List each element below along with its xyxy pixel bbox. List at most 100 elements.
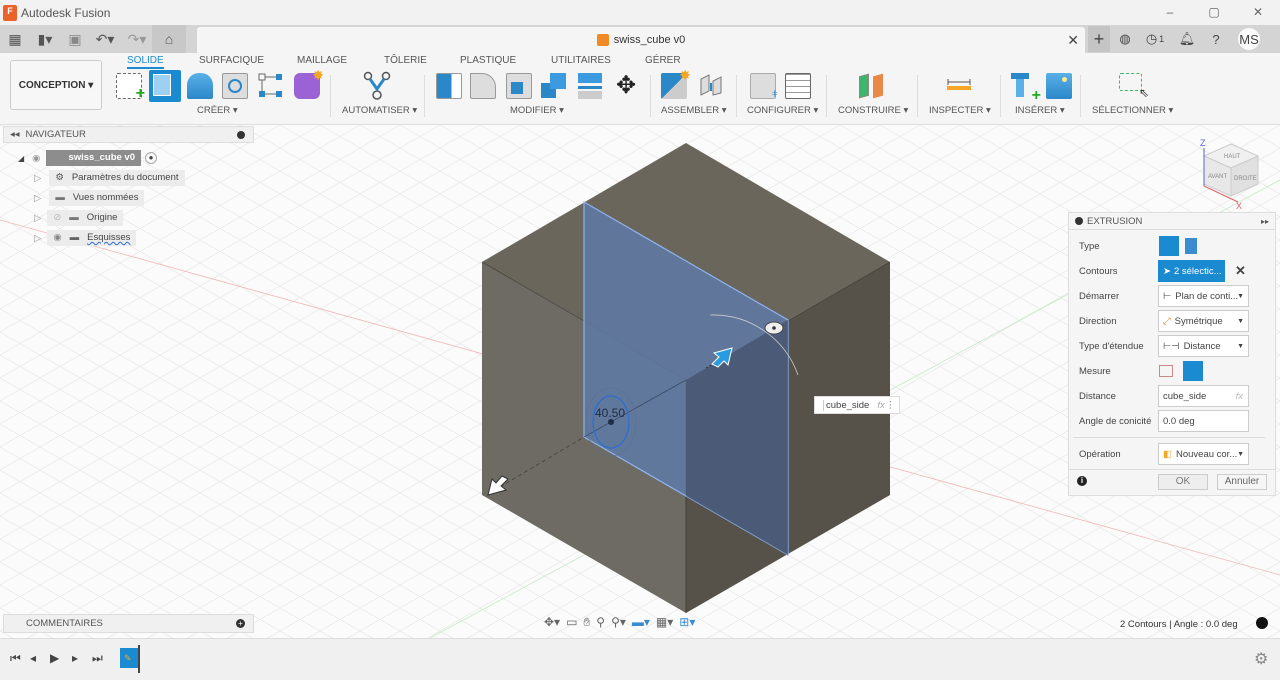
- create-sketch-icon[interactable]: +: [116, 73, 145, 102]
- new-component-icon[interactable]: ✸: [661, 67, 691, 99]
- tab-tolerie[interactable]: TÔLERIE: [384, 55, 427, 66]
- group-inspecter[interactable]: INSPECTER ▾: [929, 105, 991, 116]
- expand-dialog-icon[interactable]: ▸▸: [1261, 217, 1269, 226]
- document-tab[interactable]: swiss_cube v0 ✕: [197, 27, 1085, 53]
- pattern-icon[interactable]: [258, 73, 284, 99]
- view-cube[interactable]: HAUT AVANT DROITE Z X: [1196, 134, 1266, 211]
- expand-triangle-icon[interactable]: ▷: [34, 173, 41, 184]
- root-component-label[interactable]: swiss_cube v0: [46, 150, 141, 166]
- minimize-dialog-icon[interactable]: [1075, 217, 1083, 225]
- apps-grid-icon[interactable]: ▦: [2, 25, 28, 53]
- go-to-start-icon[interactable]: ⏮: [10, 651, 21, 666]
- save-icon[interactable]: ▣: [62, 25, 88, 53]
- user-avatar[interactable]: MS: [1238, 28, 1260, 50]
- maximize-button[interactable]: ▢: [1192, 0, 1236, 25]
- viewports-icon[interactable]: ⊞▾: [679, 615, 695, 629]
- fx-icon[interactable]: fx: [1236, 391, 1243, 402]
- workspace-switcher[interactable]: CONCEPTION ▾: [10, 60, 102, 110]
- expand-triangle-icon[interactable]: ▷: [34, 233, 41, 244]
- fillet-icon[interactable]: [470, 73, 496, 99]
- comments-panel[interactable]: COMMENTAIRES +: [3, 614, 254, 633]
- display-settings-icon[interactable]: ▬▾: [632, 615, 650, 629]
- distance-input[interactable]: cube_side fx: [1158, 385, 1249, 407]
- parameters-icon[interactable]: ⧧: [750, 73, 778, 100]
- tree-root[interactable]: ◢ ◉ swiss_cube v0 ●: [18, 150, 157, 166]
- clear-selection-icon[interactable]: ✕: [1235, 263, 1246, 279]
- collapse-navigator-icon[interactable]: ◂◂: [10, 129, 20, 140]
- jobs-clock-icon[interactable]: ◷ 1: [1140, 31, 1170, 47]
- redo-icon[interactable]: ↷▾: [122, 25, 152, 53]
- group-construire[interactable]: CONSTRUIRE ▾: [838, 105, 908, 116]
- insert-canvas-icon[interactable]: [1046, 73, 1072, 99]
- extent-dropdown[interactable]: ⊢⊣ Distance ▼: [1158, 335, 1249, 357]
- grid-settings-icon[interactable]: ▦▾: [656, 615, 673, 629]
- tab-plastique[interactable]: PLASTIQUE: [460, 55, 516, 66]
- fusion-assistant-icon[interactable]: [1256, 617, 1268, 629]
- notifications-bell-icon[interactable]: 🔔︎: [1170, 31, 1204, 47]
- automate-icon[interactable]: [363, 71, 391, 100]
- cancel-button[interactable]: Annuler: [1217, 474, 1267, 490]
- timeline-marker[interactable]: [138, 645, 140, 673]
- add-comment-icon[interactable]: +: [236, 619, 245, 628]
- construct-plane-icon[interactable]: [859, 73, 885, 99]
- tree-item-origine[interactable]: ▷ ⊘ ▬ Origine: [34, 210, 124, 226]
- start-dropdown[interactable]: ⊢ Plan de conti... ▼: [1158, 285, 1249, 307]
- new-tab-icon[interactable]: +: [1088, 26, 1110, 52]
- step-forward-icon[interactable]: ▸: [72, 651, 78, 665]
- hole-icon[interactable]: [222, 73, 248, 99]
- file-menu-icon[interactable]: ▮▾: [28, 25, 62, 53]
- timeline-feature-sketch[interactable]: ✎: [120, 648, 138, 668]
- home-icon[interactable]: ⌂: [152, 25, 186, 53]
- visibility-eye-icon[interactable]: ◉: [32, 153, 40, 164]
- navigator-header[interactable]: ◂◂ NAVIGATEUR: [3, 126, 254, 143]
- combine-icon[interactable]: [541, 73, 567, 99]
- tab-gerer[interactable]: GÉRER: [645, 55, 681, 66]
- group-inserer[interactable]: INSÉRER ▾: [1015, 105, 1065, 116]
- extrusion-header[interactable]: EXTRUSION ▸▸: [1069, 213, 1275, 230]
- move-copy-icon[interactable]: ✥: [613, 73, 639, 99]
- group-automatiser[interactable]: AUTOMATISER ▾: [342, 105, 417, 116]
- hidden-eye-icon[interactable]: ⊘: [53, 212, 61, 223]
- tab-utilitaires[interactable]: UTILITAIRES: [551, 55, 611, 66]
- expand-triangle-icon[interactable]: ◢: [18, 154, 24, 163]
- minimize-navigator-icon[interactable]: [237, 130, 245, 139]
- shell-icon[interactable]: [506, 73, 532, 99]
- tree-item-vues[interactable]: ▷ ▬ Vues nommées: [34, 190, 145, 206]
- zoom-icon[interactable]: ⚲: [596, 615, 605, 629]
- taper-angle-input[interactable]: 0.0 deg: [1158, 410, 1249, 432]
- group-modifier[interactable]: MODIFIER ▾: [510, 105, 564, 116]
- direction-dropdown[interactable]: ⤢ Symétrique ▼: [1158, 310, 1249, 332]
- pan-hand-icon[interactable]: ✋︎: [583, 615, 590, 630]
- undo-icon[interactable]: ↶▾: [88, 25, 122, 53]
- insert-mcmaster-icon[interactable]: +: [1011, 73, 1041, 104]
- group-creer[interactable]: CRÉER ▾: [197, 105, 238, 116]
- tree-item-parametres[interactable]: ▷ ⚙ Paramètres du document: [34, 170, 185, 186]
- tab-solide[interactable]: SOLIDE: [127, 55, 164, 69]
- activate-radio-icon[interactable]: ●: [145, 152, 157, 164]
- timeline-settings-gear-icon[interactable]: ⚙: [1254, 649, 1268, 669]
- press-pull-icon[interactable]: [436, 73, 462, 99]
- group-configurer[interactable]: CONFIGURER ▾: [747, 105, 818, 116]
- tree-item-esquisses[interactable]: ▷ ◉ ▬ Esquisses: [34, 230, 137, 246]
- measure-full-icon[interactable]: [1183, 361, 1203, 381]
- type-thin-button[interactable]: [1185, 238, 1197, 254]
- play-icon[interactable]: ▶: [50, 651, 59, 665]
- offset-face-icon[interactable]: [578, 73, 604, 99]
- minimize-button[interactable]: –: [1148, 0, 1192, 25]
- expand-triangle-icon[interactable]: ▷: [34, 193, 41, 204]
- joint-icon[interactable]: [698, 73, 724, 99]
- close-window-button[interactable]: ✕: [1236, 0, 1280, 25]
- select-window-icon[interactable]: ⇖: [1119, 73, 1149, 100]
- fx-icon[interactable]: fx: [877, 400, 884, 411]
- measure-ruler-icon[interactable]: [946, 77, 972, 91]
- visibility-eye-icon[interactable]: ◉: [53, 232, 61, 243]
- more-options-icon[interactable]: ⋮: [886, 400, 896, 411]
- orbit-icon[interactable]: ✥▾: [544, 615, 560, 629]
- create-form-icon[interactable]: ✸: [294, 67, 324, 99]
- revolve-icon[interactable]: [187, 73, 213, 99]
- ok-button[interactable]: OK: [1158, 474, 1208, 490]
- type-solid-button[interactable]: [1159, 236, 1179, 256]
- info-icon[interactable]: i: [1077, 476, 1087, 486]
- tab-surfacique[interactable]: SURFACIQUE: [199, 55, 264, 66]
- group-assembler[interactable]: ASSEMBLER ▾: [661, 105, 726, 116]
